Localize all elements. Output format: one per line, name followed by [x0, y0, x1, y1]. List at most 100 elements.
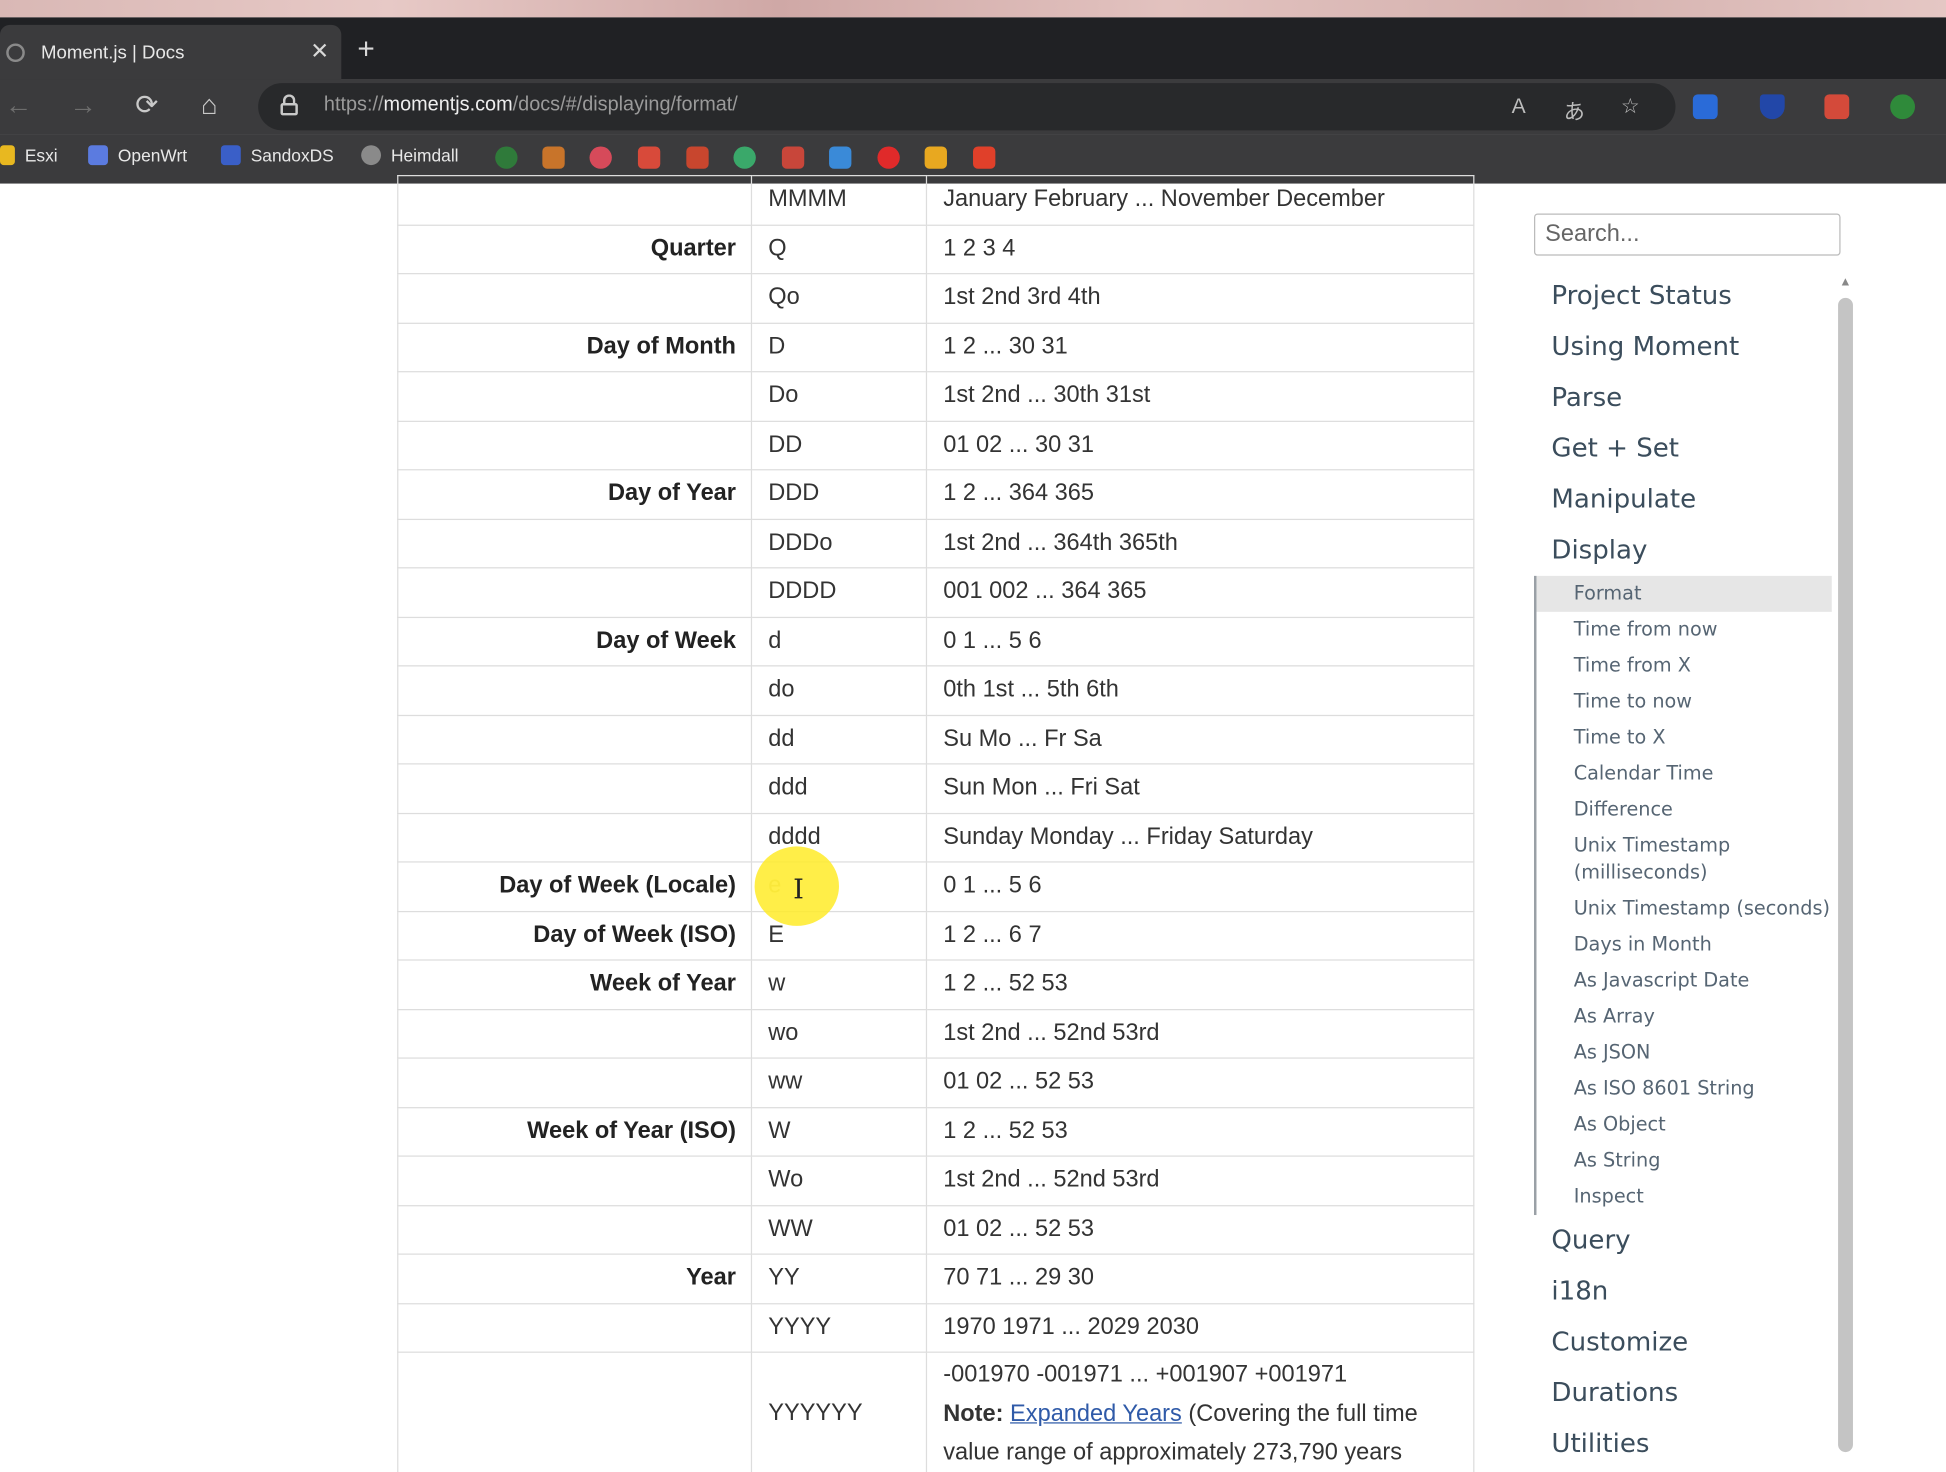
table-row: Day of Week d 0 1 ... 5 6: [397, 616, 1475, 667]
bookmark-tv-icon[interactable]: [829, 146, 852, 169]
sidebar-item-calendar-time[interactable]: Calendar Time: [1536, 756, 1831, 792]
table-row: Week of Year (ISO) W 1 2 ... 52 53: [397, 1106, 1475, 1157]
sidebar-item-unix-timestamp-seconds-[interactable]: Unix Timestamp (seconds): [1536, 891, 1831, 927]
table-row: wo 1st 2nd ... 52nd 53rd: [397, 1008, 1475, 1059]
scrollbar-thumb[interactable]: [1838, 297, 1853, 1453]
bookmark-bilibili-icon[interactable]: [589, 146, 612, 169]
table-row: Do 1st 2nd ... 30th 31st: [397, 371, 1475, 422]
bookmark-esxi[interactable]: Esxi: [0, 145, 58, 166]
sidebar-section-display[interactable]: Display: [1534, 525, 1832, 576]
sidebar-item-unix-timestamp-milliseconds-[interactable]: Unix Timestamp (milliseconds): [1536, 828, 1831, 891]
sidebar-section-project-status[interactable]: Project Status: [1534, 271, 1832, 322]
close-tab-icon[interactable]: ✕: [310, 38, 329, 64]
token-cell: MMMM: [751, 175, 928, 226]
address-bar[interactable]: https://momentjs.com/docs/#/displaying/f…: [258, 83, 1676, 131]
bookmark-sandoxds[interactable]: SandoxDS: [220, 145, 334, 166]
sidebar-item-as-object[interactable]: As Object: [1536, 1107, 1831, 1143]
table-row: Day of Month D 1 2 ... 30 31: [397, 322, 1475, 373]
output-cell: 1 2 3 4: [926, 224, 1475, 275]
home-icon[interactable]: ⌂: [201, 89, 218, 121]
bitwarden-shield-icon[interactable]: [1759, 94, 1785, 120]
bookmark-butterfly-icon[interactable]: [924, 146, 947, 169]
sidebar-section-utilities[interactable]: Utilities: [1534, 1419, 1832, 1470]
sidebar-scrollbar[interactable]: ▲: [1834, 273, 1856, 1472]
bookmark-red-icon[interactable]: [686, 146, 709, 169]
sidebar-section-parse[interactable]: Parse: [1534, 372, 1832, 423]
bookmark-calendar-red-icon[interactable]: [781, 146, 805, 169]
format-tokens-table: MMMM January February ... November Decemb…: [397, 175, 1475, 1472]
table-row: Week of Year w 1 2 ... 52 53: [397, 959, 1475, 1010]
bookmark-shop-icon[interactable]: [637, 146, 661, 169]
heimdall-icon: [361, 145, 382, 166]
sidebar-item-difference[interactable]: Difference: [1536, 792, 1831, 828]
output-cell: 1st 2nd ... 52nd 53rd: [926, 1008, 1475, 1059]
sidebar-item-time-to-x[interactable]: Time to X: [1536, 720, 1831, 756]
lock-icon[interactable]: [280, 94, 298, 116]
token-cell: ww: [751, 1057, 928, 1108]
output-cell: Sun Mon ... Fri Sat: [926, 763, 1475, 814]
note-label: Note:: [943, 1400, 1004, 1427]
sidebar-section-customize[interactable]: Customize: [1534, 1317, 1832, 1368]
category-cell: [397, 1155, 753, 1206]
sidebar-item-inspect[interactable]: Inspect: [1536, 1179, 1831, 1215]
sidebar-item-days-in-month[interactable]: Days in Month: [1536, 927, 1831, 963]
sidebar-item-as-iso-8601-string[interactable]: As ISO 8601 String: [1536, 1071, 1831, 1107]
sidebar-section-durations[interactable]: Durations: [1534, 1368, 1832, 1419]
esxi-icon: [0, 145, 15, 166]
sidebar-section-get-set[interactable]: Get + Set: [1534, 423, 1832, 474]
sidebar-item-as-string[interactable]: As String: [1536, 1143, 1831, 1179]
bookmark-download-icon[interactable]: [542, 146, 565, 169]
forward-arrow-icon[interactable]: →: [70, 89, 97, 121]
output-cell: 1st 2nd 3rd 4th: [926, 273, 1475, 324]
token-cell: Qo: [751, 273, 928, 324]
output-cell: 1 2 ... 30 31: [926, 322, 1475, 373]
output-cell: 01 02 ... 30 31: [926, 420, 1475, 471]
category-cell: Week of Year (ISO): [397, 1106, 753, 1157]
token-cell: d: [751, 616, 928, 667]
sidebar-section-manipulate[interactable]: Manipulate: [1534, 474, 1832, 525]
token-cell: YY: [751, 1253, 928, 1304]
bookmark-green-icon[interactable]: [495, 146, 518, 169]
output-cell: 0 1 ... 5 6: [926, 616, 1475, 667]
sidebar-item-as-json[interactable]: As JSON: [1536, 1035, 1831, 1071]
sidebar-item-time-to-now[interactable]: Time to now: [1536, 684, 1831, 720]
expanded-years-link[interactable]: Expanded Years: [1010, 1401, 1182, 1427]
table-row: Day of Week (Locale)e0 1 ... 5 6: [397, 861, 1475, 912]
translate-icon[interactable]: あ: [1564, 94, 1585, 125]
category-cell: Quarter: [397, 224, 753, 275]
add-favorite-icon[interactable]: ☆: [1621, 94, 1640, 119]
bookmark-youtube-icon[interactable]: [973, 146, 996, 169]
table-row: Day of Year DDD 1 2 ... 364 365: [397, 469, 1475, 520]
search-input[interactable]: [1533, 213, 1841, 256]
read-aloud-icon[interactable]: A: [1512, 94, 1526, 119]
new-tab-icon[interactable]: +: [357, 34, 374, 65]
tab-momentjs-docs[interactable]: Moment.js | Docs ✕: [0, 24, 342, 80]
scroll-up-icon[interactable]: ▲: [1839, 276, 1851, 290]
sidebar-item-time-from-x[interactable]: Time from X: [1536, 648, 1831, 684]
sidebar-section-query[interactable]: Query: [1534, 1215, 1832, 1266]
category-cell: [397, 763, 753, 814]
bookmark-play-icon[interactable]: [877, 146, 900, 169]
reload-icon[interactable]: ⟳: [135, 89, 158, 121]
back-arrow-icon[interactable]: ←: [5, 89, 32, 121]
category-cell: Day of Week: [397, 616, 753, 667]
extension-green-icon[interactable]: [1890, 94, 1916, 120]
sidebar-section-i18n[interactable]: i18n: [1534, 1266, 1832, 1317]
sidebar-item-as-array[interactable]: As Array: [1536, 999, 1831, 1035]
extension-red-icon[interactable]: [1824, 94, 1850, 120]
tab-bar: Moment.js | Docs ✕ +: [0, 17, 1946, 80]
category-cell: [397, 665, 753, 716]
sidebar-item-format[interactable]: Format: [1536, 575, 1832, 612]
sidebar-item-time-from-now[interactable]: Time from now: [1536, 612, 1831, 648]
token-cell: DD: [751, 420, 928, 471]
extension-d-icon[interactable]: [1692, 94, 1718, 120]
token-cell: YYYY: [751, 1302, 928, 1353]
bookmark-openwrt[interactable]: OpenWrt: [88, 145, 187, 166]
sidebar-item-as-javascript-date[interactable]: As Javascript Date: [1536, 963, 1831, 999]
token-cell: WW: [751, 1204, 928, 1255]
bookmark-refresh-icon[interactable]: [733, 146, 756, 169]
category-cell: Year: [397, 1253, 753, 1304]
bookmark-heimdall[interactable]: Heimdall: [361, 145, 459, 166]
category-cell: [397, 1302, 753, 1353]
sidebar-section-using-moment[interactable]: Using Moment: [1534, 321, 1832, 372]
